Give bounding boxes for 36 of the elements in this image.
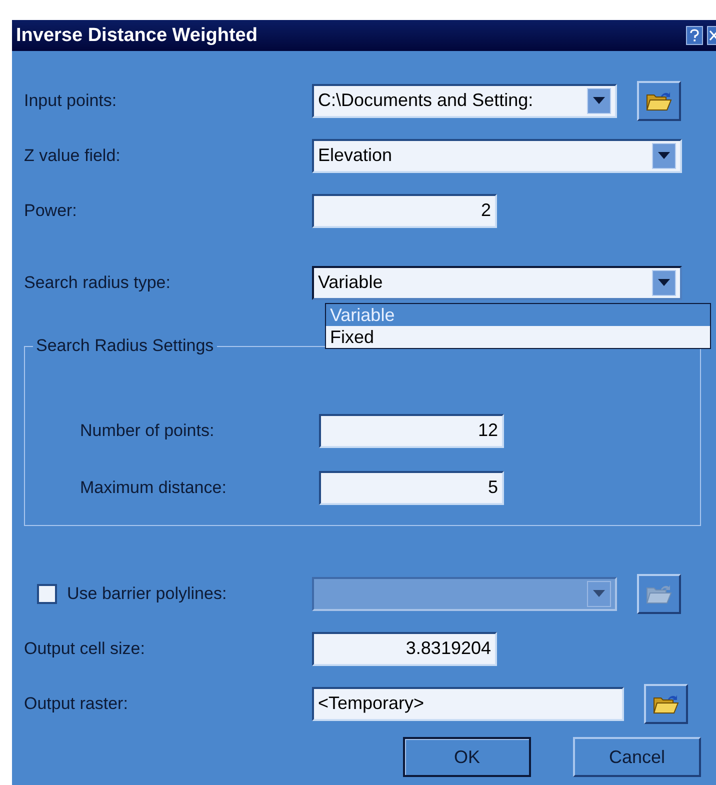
number-field[interactable]: 5 (319, 470, 504, 504)
browse-button[interactable] (637, 80, 681, 120)
caret-icon (658, 152, 670, 159)
browse-button[interactable] (644, 684, 688, 724)
field-label: Use barrier polylines: (67, 584, 227, 604)
open-folder-icon (646, 582, 672, 604)
dropdown-field[interactable]: Elevation (312, 138, 682, 172)
close-button[interactable] (707, 26, 716, 45)
dialog-button[interactable]: OK (403, 737, 531, 777)
text-field[interactable]: <Temporary> (312, 686, 624, 720)
dropdown-field[interactable]: C:\Documents and Setting: (312, 84, 617, 118)
field-label: Maximum distance: (79, 478, 228, 498)
open-folder-icon (653, 692, 679, 714)
field-label: Output raster: (23, 694, 129, 714)
field-label: Number of points: (79, 420, 216, 440)
caret-icon (593, 590, 605, 597)
dropdown-option[interactable]: Fixed (326, 326, 710, 348)
dropdown-field[interactable]: Variable (312, 266, 682, 300)
caret-icon (658, 279, 670, 286)
field-label: Power: (23, 200, 78, 220)
field-label: Search radius type: (23, 272, 172, 292)
number-field[interactable]: 2 (312, 194, 497, 228)
number-field[interactable]: 3.8319204 (312, 632, 497, 666)
window-title: Inverse Distance Weighted (16, 24, 258, 46)
help-button[interactable] (686, 26, 703, 45)
field-label: Input points: (23, 90, 118, 110)
dropdown-field[interactable] (312, 576, 617, 610)
group-title: Search Radius Settings (33, 336, 217, 356)
field-label: Output cell size: (23, 638, 146, 658)
checkbox[interactable] (37, 584, 57, 604)
number-field[interactable]: 12 (319, 414, 504, 448)
open-folder-icon (646, 90, 672, 112)
dialog-button[interactable]: Cancel (573, 737, 701, 777)
caret-icon (593, 97, 605, 104)
browse-button[interactable] (637, 574, 681, 614)
field-label: Z value field: (23, 146, 122, 166)
